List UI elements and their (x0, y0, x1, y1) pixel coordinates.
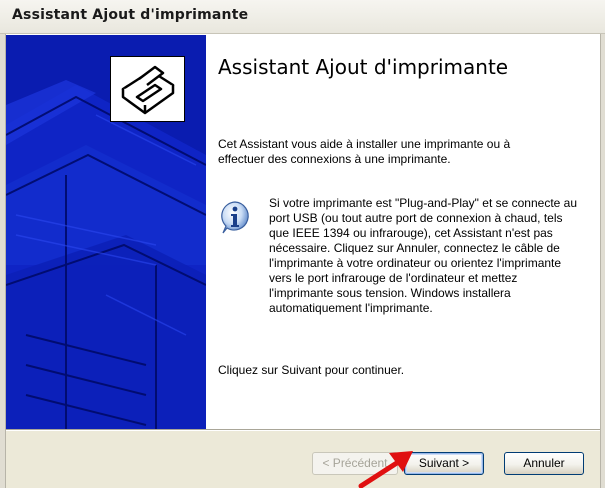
printer-icon (121, 65, 175, 115)
page-title: Assistant Ajout d'imprimante (218, 55, 509, 79)
info-icon (221, 201, 249, 234)
wizard-logo (110, 56, 185, 122)
cancel-button[interactable]: Annuler (504, 452, 584, 475)
title-bar[interactable]: Assistant Ajout d'imprimante (0, 0, 605, 34)
window-frame-right (600, 34, 605, 488)
wizard-content: Assistant Ajout d'imprimante Cet Assista… (206, 35, 599, 429)
wizard-window: Assistant Ajout d'imprimante Assistant A… (0, 0, 605, 488)
intro-text: Cet Assistant vous aide à installer une … (218, 137, 511, 166)
info-text: Si votre imprimante est "Plug-and-Play" … (269, 196, 578, 315)
window-title: Assistant Ajout d'imprimante (12, 7, 249, 23)
button-bar: < Précédent Suivant > Annuler (6, 431, 600, 488)
wizard-banner (6, 35, 206, 429)
continue-instruction: Cliquez sur Suivant pour continuer. (218, 363, 405, 377)
red-arrow-icon (358, 451, 413, 488)
